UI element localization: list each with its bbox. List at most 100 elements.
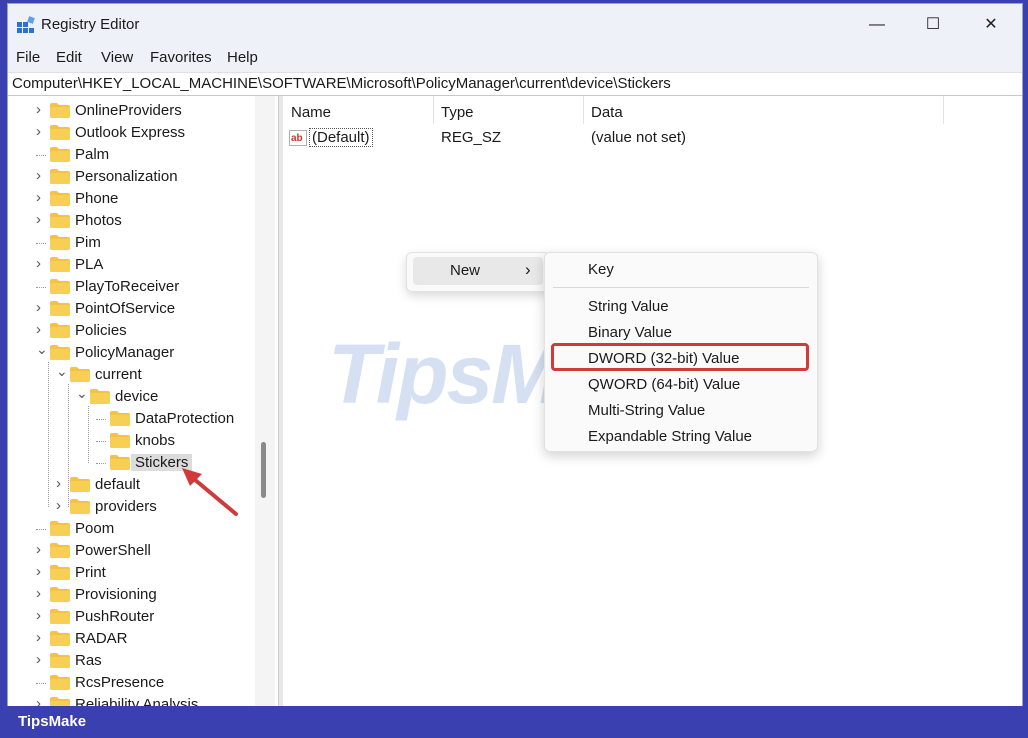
tree-item-label: Print <box>75 564 106 581</box>
registry-tree[interactable]: › OnlineProviders › Outlook Express Palm › Per… <box>8 96 278 706</box>
folder-icon <box>50 587 70 602</box>
tree-item[interactable]: ⌄ PolicyManager <box>8 341 253 364</box>
context-menu-new[interactable]: New › <box>413 257 543 285</box>
highlight-box <box>551 343 809 371</box>
tree-item[interactable]: PlayToReceiver <box>8 276 253 298</box>
tree-item-label: OnlineProviders <box>75 102 182 119</box>
tree-guide-line <box>48 362 49 507</box>
tree-item-label: PushRouter <box>75 608 155 625</box>
chevron-right-icon[interactable]: › <box>36 321 46 338</box>
menu-edit[interactable]: Edit <box>56 49 82 66</box>
chevron-right-icon[interactable]: › <box>36 189 46 206</box>
folder-icon <box>90 389 110 404</box>
folder-icon <box>50 103 70 118</box>
menu-file[interactable]: File <box>16 49 40 66</box>
tree-item[interactable]: › Policies <box>8 320 253 342</box>
tree-item[interactable]: RcsPresence <box>8 672 253 694</box>
maximize-button[interactable]: ☐ <box>904 4 962 46</box>
minimize-button[interactable]: — <box>848 4 906 46</box>
tree-item-label: knobs <box>135 432 176 449</box>
column-divider[interactable] <box>583 96 584 124</box>
column-type-header[interactable]: Type <box>441 104 474 121</box>
folder-icon <box>50 675 70 690</box>
column-divider[interactable] <box>433 96 434 124</box>
tree-item[interactable]: › Phone <box>8 188 253 210</box>
tree-item[interactable]: › Ras <box>8 650 253 672</box>
chevron-right-icon[interactable]: › <box>36 629 46 646</box>
tree-scrollbar[interactable] <box>255 96 275 706</box>
tree-item[interactable]: › Photos <box>8 210 253 232</box>
tree-item[interactable]: › PLA <box>8 254 253 276</box>
tree-item[interactable]: knobs <box>8 430 253 452</box>
tree-item[interactable]: › RADAR <box>8 628 253 650</box>
chevron-right-icon[interactable]: › <box>36 585 46 602</box>
folder-icon <box>50 147 70 162</box>
tree-connector <box>96 441 106 442</box>
tree-item-label: Provisioning <box>75 586 157 603</box>
submenu-expandable-string-value[interactable]: Expandable String Value <box>588 428 752 445</box>
submenu-string-value[interactable]: String Value <box>588 298 669 315</box>
tree-connector <box>36 529 46 530</box>
chevron-right-icon[interactable]: › <box>36 167 46 184</box>
chevron-right-icon[interactable]: › <box>36 651 46 668</box>
tree-item[interactable]: Pim <box>8 232 253 254</box>
tree-item-label: default <box>95 476 141 493</box>
tree-connector <box>96 463 106 464</box>
tree-item[interactable]: ⌄ current <box>8 363 253 386</box>
value-name[interactable]: (Default) <box>309 128 373 147</box>
address-bar[interactable]: Computer\HKEY_LOCAL_MACHINE\SOFTWARE\Mic… <box>8 72 1022 96</box>
chevron-right-icon[interactable]: › <box>36 695 46 706</box>
chevron-right-icon[interactable]: › <box>36 211 46 228</box>
tree-guide-line <box>68 384 69 507</box>
submenu-key[interactable]: Key <box>588 261 614 278</box>
chevron-right-icon[interactable]: › <box>36 607 46 624</box>
chevron-right-icon[interactable]: › <box>36 541 46 558</box>
tree-item-label: Reliability Analysis <box>75 696 199 706</box>
column-name-header[interactable]: Name <box>291 104 331 121</box>
title-bar[interactable]: Registry Editor — ☐ ✕ <box>8 4 1022 46</box>
tree-scroll-thumb[interactable] <box>261 442 266 498</box>
chevron-down-icon[interactable]: ⌄ <box>76 385 88 401</box>
tree-item[interactable]: › Reliability Analysis <box>8 694 253 706</box>
submenu-multi-string-value[interactable]: Multi-String Value <box>588 402 705 419</box>
value-row[interactable]: ab (Default) REG_SZ (value not set) <box>283 128 1022 150</box>
window-title: Registry Editor <box>41 16 140 33</box>
chevron-right-icon: › <box>525 260 531 279</box>
chevron-right-icon[interactable]: › <box>36 101 46 118</box>
chevron-right-icon[interactable]: › <box>56 475 66 492</box>
submenu-binary-value[interactable]: Binary Value <box>588 324 672 341</box>
tree-item[interactable]: › PointOfService <box>8 298 253 320</box>
tree-item[interactable]: › OnlineProviders <box>8 100 253 122</box>
tree-item[interactable]: ⌄ device <box>8 385 253 408</box>
context-menu: New › <box>406 252 550 292</box>
tree-item[interactable]: › Print <box>8 562 253 584</box>
folder-icon <box>110 455 130 470</box>
tree-item[interactable]: Palm <box>8 144 253 166</box>
chevron-right-icon[interactable]: › <box>36 299 46 316</box>
column-divider[interactable] <box>943 96 944 124</box>
tree-item[interactable]: › PowerShell <box>8 540 253 562</box>
submenu-qword-value[interactable]: QWORD (64-bit) Value <box>588 376 740 393</box>
menu-help[interactable]: Help <box>227 49 258 66</box>
tree-item-label: providers <box>95 498 157 515</box>
chevron-down-icon[interactable]: ⌄ <box>36 341 48 357</box>
tree-item[interactable]: › PushRouter <box>8 606 253 628</box>
chevron-right-icon[interactable]: › <box>36 123 46 140</box>
tree-item[interactable]: › Provisioning <box>8 584 253 606</box>
chevron-right-icon[interactable]: › <box>56 497 66 514</box>
tree-item[interactable]: › Outlook Express <box>8 122 253 144</box>
address-path[interactable]: Computer\HKEY_LOCAL_MACHINE\SOFTWARE\Mic… <box>12 75 671 92</box>
chevron-right-icon[interactable]: › <box>36 255 46 272</box>
chevron-right-icon[interactable]: › <box>36 563 46 580</box>
tree-item[interactable]: DataProtection <box>8 408 253 430</box>
menu-view[interactable]: View <box>101 49 133 66</box>
tree-item-label: Ras <box>75 652 102 669</box>
close-button[interactable]: ✕ <box>962 4 1020 46</box>
menu-favorites[interactable]: Favorites <box>150 49 212 66</box>
pointer-arrow-icon <box>182 468 238 516</box>
chevron-down-icon[interactable]: ⌄ <box>56 363 68 379</box>
tree-item[interactable]: › Personalization <box>8 166 253 188</box>
column-data-header[interactable]: Data <box>591 104 623 121</box>
folder-icon <box>50 609 70 624</box>
tree-item-label: Policies <box>75 322 127 339</box>
